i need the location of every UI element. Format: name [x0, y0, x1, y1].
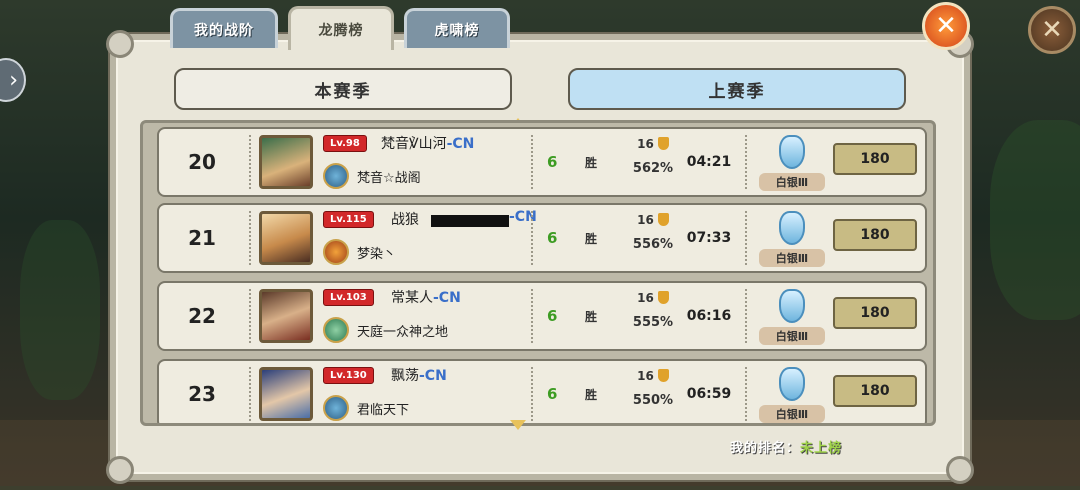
- hero-portrait: [259, 135, 313, 189]
- silver-crest-icon: [779, 135, 805, 169]
- silver-crest-icon: [779, 289, 805, 323]
- tier-badge: 白银Ⅲ: [759, 365, 825, 423]
- close-button[interactable]: ✕: [922, 2, 970, 50]
- tab-my-rank[interactable]: 我的战阶: [170, 8, 278, 48]
- rank-number: 23: [188, 382, 216, 406]
- tier-label: 白银Ⅲ: [759, 405, 825, 423]
- guild-name: 君临天下: [357, 403, 410, 418]
- guild-icon: [323, 317, 349, 343]
- player-name: 常某人-CN: [391, 290, 461, 306]
- player-name: 梵音℣山河-CN: [381, 136, 475, 152]
- redacted-name-bar: [431, 215, 509, 227]
- shield-icon: [657, 137, 669, 150]
- ranking-row[interactable]: 22 Lv.103 常某人-CN 天庭一众神之地 6 胜 16 555% 06:…: [157, 281, 927, 351]
- tab-dragon-ranking[interactable]: 龙腾榜: [288, 6, 394, 50]
- chevron-right-icon: ›: [9, 67, 18, 93]
- win-label: 胜: [585, 231, 598, 246]
- silver-crest-icon: [779, 367, 805, 401]
- tier-badge: 白银Ⅲ: [759, 133, 825, 193]
- side-nav-arrow[interactable]: ›: [0, 58, 26, 102]
- score-box: 180: [833, 219, 917, 251]
- last-season-button[interactable]: 上赛季: [568, 68, 906, 110]
- battle-time: 07:33: [686, 230, 732, 246]
- win-count: 6: [547, 153, 558, 171]
- tier-label: 白银Ⅲ: [759, 173, 825, 191]
- win-count: 6: [547, 307, 558, 325]
- silver-crest-icon: [779, 211, 805, 245]
- streak-count: 16: [623, 137, 683, 151]
- my-rank-status: 我的排名：未上榜: [730, 441, 843, 456]
- guild-icon: [323, 163, 349, 189]
- tier-label: 白银Ⅲ: [759, 327, 825, 345]
- score-box: 180: [833, 375, 917, 407]
- score-box: 180: [833, 297, 917, 329]
- level-badge: Lv.130: [323, 367, 374, 384]
- shield-icon: [657, 369, 669, 382]
- close-x-icon: ✕: [1041, 15, 1063, 45]
- ranking-row[interactable]: 21 Lv.115 战狼 -CN 梦染丶 6 胜 16 556% 07:33 白…: [157, 203, 927, 273]
- guild-name: 天庭一众神之地: [357, 325, 449, 340]
- win-label: 胜: [585, 387, 598, 402]
- ranking-list[interactable]: 20 Lv.98 梵音℣山河-CN 梵音☆战阁 6 胜 16 562% 04:2…: [140, 120, 936, 426]
- win-label: 胜: [585, 309, 598, 324]
- streak-count: 16: [623, 291, 683, 305]
- hero-portrait: [259, 289, 313, 343]
- hero-portrait: [259, 211, 313, 265]
- rank-number: 21: [188, 226, 216, 250]
- guild-icon: [323, 395, 349, 421]
- guild-name: 梦染丶: [357, 247, 397, 262]
- guild-icon: [323, 239, 349, 265]
- level-badge: Lv.98: [323, 135, 367, 152]
- level-badge: Lv.103: [323, 289, 374, 306]
- player-name: 战狼: [391, 212, 419, 228]
- battle-time: 06:59: [686, 386, 732, 402]
- level-badge: Lv.115: [323, 211, 374, 228]
- scroll-down-arrow[interactable]: [510, 420, 526, 430]
- rank-number: 22: [188, 304, 216, 328]
- background-close-button[interactable]: ✕: [1028, 6, 1076, 54]
- guild-name: 梵音☆战阁: [357, 171, 421, 186]
- close-x-icon: ✕: [935, 11, 957, 41]
- battle-time: 06:16: [686, 308, 732, 324]
- win-count: 6: [547, 385, 558, 403]
- battle-time: 04:21: [686, 154, 732, 170]
- hero-portrait: [259, 367, 313, 421]
- player-name: 飘荡-CN: [391, 368, 447, 384]
- score-box: 180: [833, 143, 917, 175]
- rank-number: 20: [188, 150, 216, 174]
- current-season-button[interactable]: 本赛季: [174, 68, 512, 110]
- shield-icon: [657, 291, 669, 304]
- tier-badge: 白银Ⅲ: [759, 209, 825, 269]
- streak-count: 16: [623, 213, 683, 227]
- tier-label: 白银Ⅲ: [759, 249, 825, 267]
- win-count: 6: [547, 229, 558, 247]
- tab-tiger-ranking[interactable]: 虎啸榜: [404, 8, 510, 48]
- win-label: 胜: [585, 155, 598, 170]
- streak-count: 16: [623, 369, 683, 383]
- ranking-row[interactable]: 20 Lv.98 梵音℣山河-CN 梵音☆战阁 6 胜 16 562% 04:2…: [157, 127, 927, 197]
- tier-badge: 白银Ⅲ: [759, 287, 825, 347]
- ranking-row[interactable]: 23 Lv.130 飘荡-CN 君临天下 6 胜 16 550% 06:59 白…: [157, 359, 927, 423]
- shield-icon: [657, 213, 669, 226]
